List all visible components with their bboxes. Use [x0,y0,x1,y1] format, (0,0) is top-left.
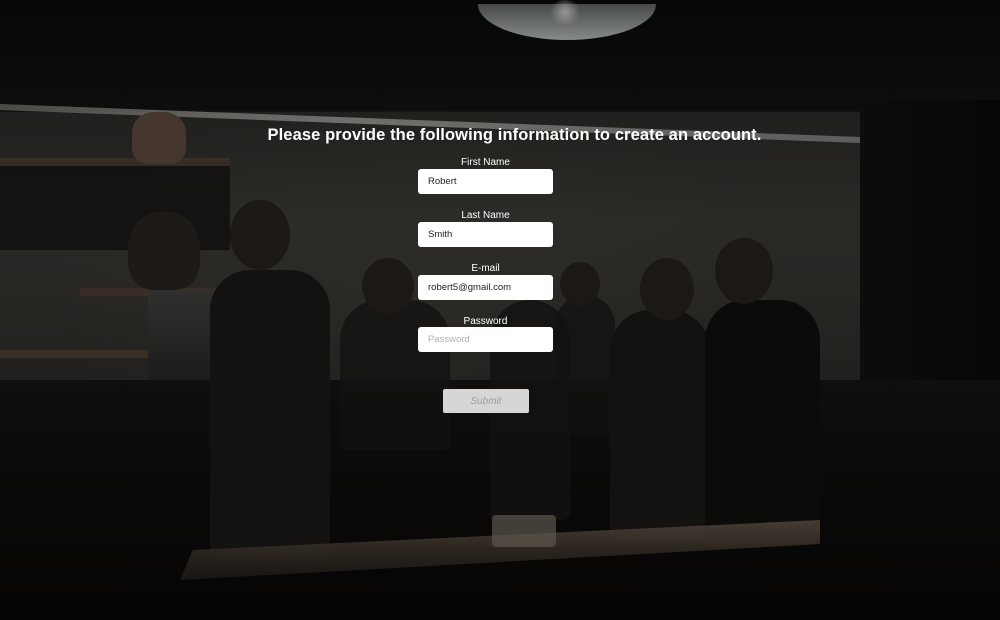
background-overlay [0,0,1000,620]
email-input[interactable] [418,275,553,300]
first-name-label: First Name [461,157,510,168]
first-name-input[interactable] [418,169,553,194]
page: Please provide the following information… [0,0,1000,620]
form-title: Please provide the following information… [267,126,762,144]
email-label: E-mail [471,263,500,274]
last-name-label: Last Name [461,210,510,221]
submit-button[interactable]: Submit [443,389,529,413]
password-input[interactable] [418,327,553,352]
last-name-input[interactable] [418,222,553,247]
password-label: Password [463,316,508,327]
background-photo [0,0,1000,620]
